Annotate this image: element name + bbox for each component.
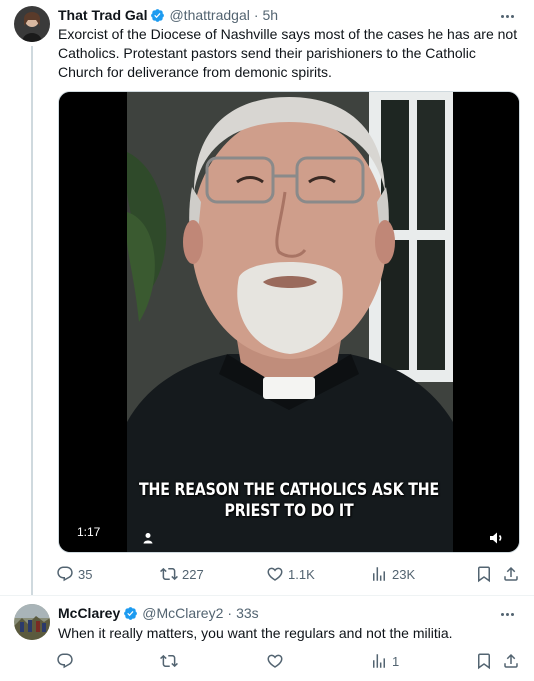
tweet-actions: 35 227 1.1K 23K bbox=[50, 563, 520, 585]
reply-button[interactable] bbox=[56, 652, 78, 670]
handle[interactable]: @McClarey2 bbox=[142, 605, 223, 621]
avatar-thattradgal[interactable] bbox=[14, 6, 50, 42]
tweet-thattradgal[interactable]: That Trad Gal @thattradgal · 5h Exorcist… bbox=[0, 0, 534, 596]
video-player[interactable]: THE REASON THE CATHOLICS ASK THE PRIEST … bbox=[58, 91, 520, 553]
bookmark-icon bbox=[478, 566, 490, 583]
tweet-actions: 1 bbox=[50, 650, 520, 672]
handle[interactable]: @thattradgal bbox=[169, 7, 249, 23]
video-caption-line-1: THE REASON THE CATHOLICS ASK THE bbox=[138, 480, 440, 499]
avatar-mcclarey[interactable] bbox=[14, 604, 50, 640]
retweet-icon bbox=[160, 567, 178, 581]
retweet-button[interactable]: 227 bbox=[160, 565, 204, 583]
tweet-header: That Trad Gal @thattradgal · 5h bbox=[58, 7, 278, 23]
verified-badge-icon bbox=[124, 606, 138, 620]
reply-count: 35 bbox=[78, 566, 93, 582]
volume-icon[interactable] bbox=[487, 528, 507, 548]
like-icon bbox=[267, 567, 283, 581]
bookmark-button[interactable] bbox=[475, 565, 493, 583]
more-icon[interactable] bbox=[501, 607, 514, 621]
like-icon bbox=[267, 654, 283, 668]
like-button[interactable] bbox=[266, 652, 288, 670]
share-icon bbox=[504, 566, 518, 581]
more-icon[interactable] bbox=[501, 9, 514, 23]
bookmark-icon bbox=[478, 653, 490, 670]
tweet-mcclarey[interactable]: McClarey @McClarey2 · 33s When it really… bbox=[0, 596, 534, 681]
retweet-count: 227 bbox=[182, 566, 204, 582]
video-caption-line-2: PRIEST TO DO IT bbox=[224, 501, 354, 520]
verified-badge-icon bbox=[151, 8, 165, 22]
separator-dot: · bbox=[253, 7, 259, 23]
tweet-text: When it really matters, you want the reg… bbox=[58, 625, 453, 641]
views-button[interactable]: 1 bbox=[370, 652, 399, 670]
views-icon bbox=[373, 567, 385, 581]
display-name[interactable]: That Trad Gal bbox=[58, 7, 147, 23]
separator-dot: · bbox=[227, 605, 233, 621]
video-caption: THE REASON THE CATHOLICS ASK THE PRIEST … bbox=[91, 479, 487, 521]
retweet-button[interactable] bbox=[160, 652, 182, 670]
reply-icon bbox=[57, 566, 73, 582]
timestamp[interactable]: 5h bbox=[263, 7, 279, 23]
timestamp[interactable]: 33s bbox=[236, 605, 259, 621]
like-button[interactable]: 1.1K bbox=[266, 565, 315, 583]
views-count: 23K bbox=[392, 566, 416, 582]
person-tag-icon[interactable] bbox=[141, 531, 155, 545]
thread-line bbox=[31, 46, 33, 596]
bookmark-button[interactable] bbox=[475, 652, 493, 670]
display-name[interactable]: McClarey bbox=[58, 605, 120, 621]
share-button[interactable] bbox=[502, 565, 520, 583]
tweet-header: McClarey @McClarey2 · 33s bbox=[58, 605, 259, 621]
video-duration: 1:17 bbox=[71, 522, 107, 542]
views-count: 1 bbox=[392, 653, 400, 669]
reply-button[interactable]: 35 bbox=[56, 565, 92, 583]
retweet-icon bbox=[160, 654, 178, 668]
share-button[interactable] bbox=[502, 652, 520, 670]
share-icon bbox=[504, 653, 518, 668]
like-count: 1.1K bbox=[288, 566, 315, 582]
tweet-text: Exorcist of the Diocese of Nashville say… bbox=[58, 26, 518, 80]
views-icon bbox=[373, 654, 385, 668]
views-button[interactable]: 23K bbox=[370, 565, 415, 583]
reply-icon bbox=[57, 653, 73, 669]
